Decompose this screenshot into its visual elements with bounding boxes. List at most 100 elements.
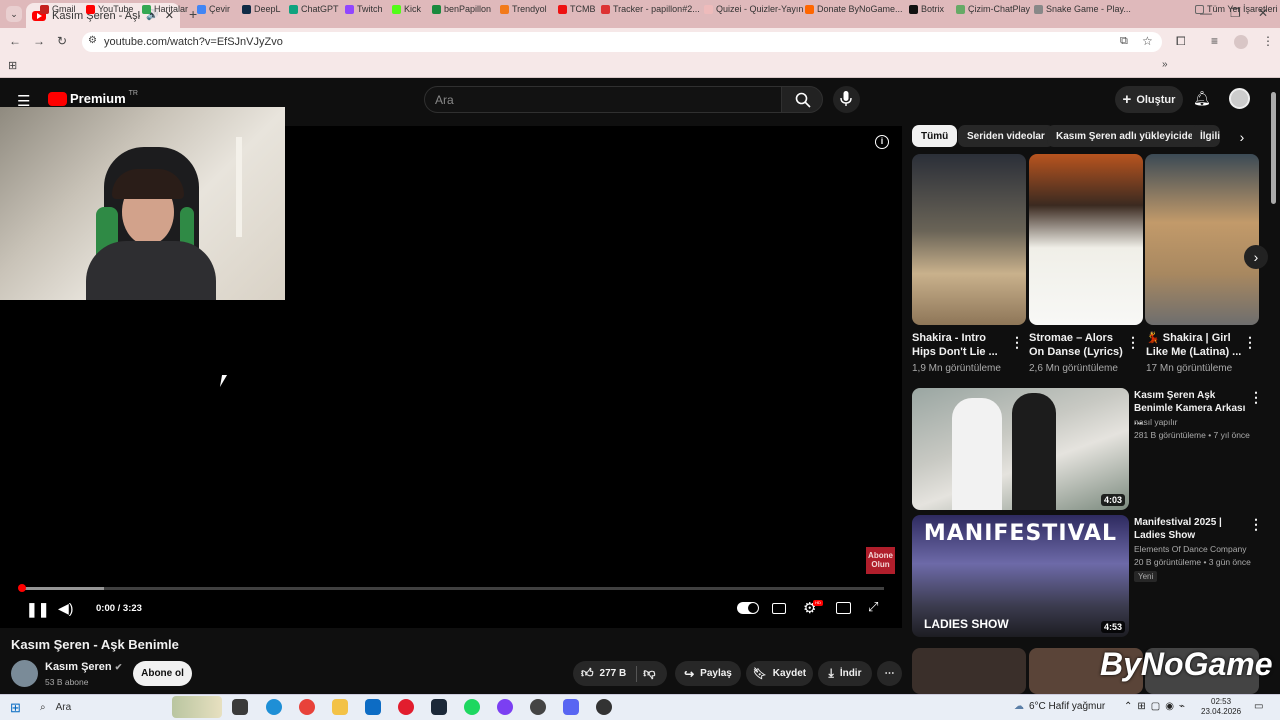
- bookmark-item[interactable]: DeepL: [242, 4, 281, 14]
- chip-all[interactable]: Tümü: [912, 125, 958, 147]
- progress-scrubber[interactable]: [18, 584, 26, 592]
- page-scrollbar[interactable]: [1271, 92, 1276, 204]
- weather-widget[interactable]: ☁ 6°C Hafif yağmur: [1014, 701, 1105, 712]
- bookmark-item[interactable]: Trendyol: [500, 4, 547, 14]
- voice-search-button[interactable]: [833, 86, 860, 113]
- video-title-link[interactable]: Manifestival 2025 | Ladies Show: [1134, 516, 1246, 542]
- video-channel[interactable]: nasıl yapılır: [1134, 416, 1177, 429]
- install-app-icon[interactable]: ⧉: [1120, 35, 1128, 48]
- video-thumbnail[interactable]: [912, 648, 1026, 694]
- bookmark-item[interactable]: Gmail: [40, 4, 76, 14]
- chrome-icon[interactable]: [299, 699, 315, 715]
- steam-icon[interactable]: [431, 699, 447, 715]
- dislike-button[interactable]: 👎︎: [643, 666, 655, 681]
- new-tab-icon[interactable]: +: [189, 6, 197, 22]
- info-icon[interactable]: i: [875, 135, 889, 149]
- notifications-bell-icon[interactable]: 🔔︎: [1193, 90, 1211, 107]
- taskbar-search[interactable]: ⌕ Ara: [40, 702, 71, 713]
- shorts-next-icon[interactable]: ›: [1244, 245, 1268, 269]
- forward-icon[interactable]: →: [33, 34, 45, 48]
- save-button[interactable]: 🔖︎ Kaydet: [746, 661, 813, 686]
- bookmark-item[interactable]: Haritalar: [142, 4, 188, 14]
- bookmark-item[interactable]: TCMB: [558, 4, 596, 14]
- short-menu-icon[interactable]: ⋮: [1243, 334, 1257, 351]
- search-input[interactable]: Ara: [424, 86, 782, 113]
- bookmark-item[interactable]: YouTube: [86, 4, 133, 14]
- clock[interactable]: 02:53 23.04.2026: [1201, 697, 1241, 717]
- extensions-icon[interactable]: ⧠: [1176, 34, 1186, 49]
- chrome-menu-icon[interactable]: ⋮: [1262, 34, 1274, 48]
- bookmark-item[interactable]: ChatGPT: [289, 4, 339, 14]
- bookmark-item[interactable]: benPapillon: [432, 4, 491, 14]
- short-thumbnail[interactable]: [1029, 154, 1143, 325]
- short-thumbnail[interactable]: [1145, 154, 1259, 325]
- bookmark-item[interactable]: Botrix: [909, 4, 944, 14]
- chip-related[interactable]: İlgili: [1192, 125, 1220, 147]
- video-thumbnail[interactable]: MANIFESTIVAL LADIES SHOW 4:53: [912, 515, 1129, 637]
- reload-icon[interactable]: ↻: [57, 34, 67, 48]
- apps-icon[interactable]: ⊞: [8, 59, 17, 72]
- progress-bar[interactable]: [20, 587, 884, 590]
- edge-icon[interactable]: [266, 699, 282, 715]
- system-tray-icons[interactable]: ⌃⊞▢◉⌁: [1124, 701, 1190, 712]
- subscribe-watermark[interactable]: Abone Olun: [866, 547, 895, 574]
- account-avatar[interactable]: [1229, 88, 1250, 109]
- share-button[interactable]: ↪ Paylaş: [675, 661, 741, 686]
- tab-search-button[interactable]: ⌄: [6, 6, 22, 22]
- bookmark-item[interactable]: Quizei - Quizler-Yayın: [704, 4, 803, 14]
- subscribe-button[interactable]: Abone ol: [133, 661, 192, 686]
- bookmark-item[interactable]: Çevir: [197, 4, 230, 14]
- media-icon[interactable]: ≡: [1211, 34, 1218, 48]
- youtube-logo[interactable]: Premium TR: [48, 90, 138, 106]
- video-menu-icon[interactable]: ⋮: [1249, 516, 1263, 533]
- profile-avatar[interactable]: [1234, 35, 1248, 49]
- bookmark-item[interactable]: Tracker - papillon#2...: [601, 4, 700, 14]
- opera-icon[interactable]: [398, 699, 414, 715]
- address-bar[interactable]: youtube.com/watch?v=EfSJnVJyZvo: [82, 32, 1162, 52]
- channel-name[interactable]: Kasım Şeren ✔: [45, 661, 122, 673]
- video-channel[interactable]: Elements Of Dance Company: [1134, 543, 1246, 556]
- bookmark-item[interactable]: Twitch: [345, 4, 383, 14]
- site-info-icon[interactable]: ⚙: [88, 35, 97, 46]
- video-thumbnail[interactable]: 4:03: [912, 388, 1129, 510]
- short-title[interactable]: 💃 Shakira | Girl Like Me (Latina) ...: [1146, 331, 1246, 359]
- pause-icon[interactable]: ❚❚: [26, 601, 49, 618]
- bookmark-item[interactable]: Donate ByNoGame...: [805, 4, 903, 14]
- discord-icon[interactable]: [563, 699, 579, 715]
- twitch-app-icon[interactable]: [497, 699, 513, 715]
- obs-icon[interactable]: [530, 699, 546, 715]
- task-view-icon[interactable]: [232, 699, 248, 715]
- more-actions-button[interactable]: ⋯: [877, 661, 902, 686]
- video-menu-icon[interactable]: ⋮: [1249, 389, 1263, 406]
- autoplay-toggle[interactable]: [737, 602, 759, 614]
- short-title[interactable]: Stromae – Alors On Danse (Lyrics): [1029, 331, 1129, 359]
- chip-series[interactable]: Seriden videolar: [958, 125, 1054, 147]
- back-icon[interactable]: ←: [9, 34, 21, 48]
- search-button[interactable]: [781, 86, 823, 113]
- chips-next-icon[interactable]: ›: [1228, 126, 1256, 148]
- bookmark-star-icon[interactable]: ☆: [1142, 34, 1153, 48]
- more-bookmarks-icon[interactable]: »: [1162, 59, 1168, 70]
- short-title[interactable]: Shakira - Intro Hips Don't Lie ...: [912, 331, 1012, 359]
- chip-uploader[interactable]: Kasım Şeren adlı yükleyiciden: [1047, 125, 1209, 147]
- download-button[interactable]: ⤓ İndir: [818, 661, 872, 686]
- notification-center-icon[interactable]: ▭: [1254, 701, 1263, 712]
- app-icon[interactable]: [596, 699, 612, 715]
- all-bookmarks[interactable]: Tüm Yer İşaretleri: [1195, 4, 1278, 14]
- file-explorer-icon[interactable]: [332, 699, 348, 715]
- channel-avatar[interactable]: [11, 660, 38, 687]
- bookmark-item[interactable]: Kick: [392, 4, 421, 14]
- outlook-icon[interactable]: [365, 699, 381, 715]
- subtitles-icon[interactable]: [772, 603, 786, 614]
- short-menu-icon[interactable]: ⋮: [1010, 334, 1024, 351]
- volume-icon[interactable]: ◀): [58, 600, 73, 617]
- windows-start-icon[interactable]: ⊞: [10, 700, 21, 716]
- bookmark-item[interactable]: Snake Game - Play...: [1034, 4, 1131, 14]
- create-button[interactable]: + Oluştur: [1115, 86, 1183, 113]
- theater-mode-icon[interactable]: [836, 602, 851, 614]
- short-thumbnail[interactable]: [912, 154, 1026, 325]
- bookmark-item[interactable]: Çizim-ChatPlay: [956, 4, 1030, 14]
- spotify-icon[interactable]: [464, 699, 480, 715]
- short-menu-icon[interactable]: ⋮: [1126, 334, 1140, 351]
- fullscreen-icon[interactable]: ⤢: [868, 599, 878, 615]
